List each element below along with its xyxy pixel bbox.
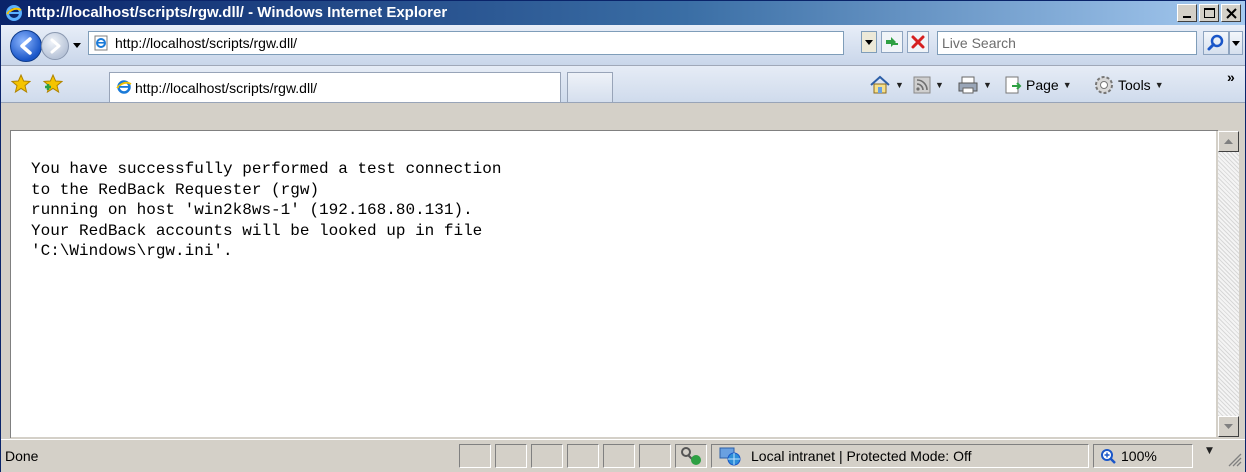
ie-icon [6, 5, 22, 21]
message-line: Your RedBack accounts will be looked up … [31, 221, 483, 240]
zoom-level: 100% [1121, 448, 1157, 464]
home-icon [870, 75, 890, 94]
print-button[interactable]: ▼ [957, 74, 992, 96]
chevron-down-icon: ▼ [1062, 80, 1072, 90]
chevron-down-icon: ▼ [895, 80, 904, 90]
status-pane [567, 444, 599, 468]
zoom-dropdown-icon[interactable]: ▼ [1206, 446, 1213, 456]
tab-active[interactable]: http://localhost/scripts/rgw.dll/ [109, 72, 561, 102]
local-intranet-icon [719, 447, 741, 466]
chevron-down-icon [1232, 41, 1240, 46]
scroll-down-arrow-icon [1224, 424, 1233, 429]
title-bar[interactable]: http://localhost/scripts/rgw.dll/ - Wind… [1, 1, 1245, 25]
minimize-icon [1183, 16, 1191, 18]
navigation-bar: http://localhost/scripts/rgw.dll/ Live S… [1, 25, 1245, 66]
chevron-down-icon [865, 40, 873, 45]
browser-window: http://localhost/scripts/rgw.dll/ - Wind… [0, 0, 1246, 472]
message-line: You have successfully performed a test c… [31, 160, 502, 178]
protected-mode-key-icon [681, 447, 701, 465]
message-line: running on host 'win2k8ws-1' (192.168.80… [31, 201, 473, 219]
status-pane [531, 444, 563, 468]
status-pane[interactable] [675, 444, 707, 468]
more-commands-label: » [1227, 69, 1235, 85]
status-bar: Done Local intranet | Protected Mode: Of… [1, 439, 1245, 472]
more-commands-button[interactable]: » [1227, 66, 1235, 88]
message-line: to the RedBack Requester (rgw) [31, 180, 320, 199]
ie-page-icon [116, 80, 132, 94]
rss-feed-icon [913, 76, 931, 94]
scroll-down-button[interactable] [1218, 416, 1239, 437]
page-menu-label: Page [1026, 77, 1059, 93]
vertical-scrollbar[interactable] [1218, 131, 1239, 437]
window-title: http://localhost/scripts/rgw.dll/ - Wind… [27, 4, 448, 21]
message-line: 'C:\Windows\rgw.ini'. [31, 242, 233, 260]
back-arrow-icon [20, 37, 32, 55]
chevron-down-icon: ▼ [1154, 80, 1164, 90]
search-button[interactable] [1203, 31, 1229, 55]
new-tab-button[interactable] [567, 72, 613, 102]
address-input[interactable]: http://localhost/scripts/rgw.dll/ [115, 35, 297, 51]
page-menu-button[interactable]: Page ▼ [1003, 74, 1072, 96]
search-options-dropdown[interactable] [1229, 31, 1243, 55]
forward-arrow-icon [50, 38, 61, 54]
maximize-button[interactable] [1199, 4, 1219, 22]
security-zone-label: Local intranet | Protected Mode: Off [751, 448, 972, 464]
search-input[interactable]: Live Search [942, 35, 1016, 51]
stop-icon [911, 35, 925, 49]
page-menu-icon [1005, 76, 1022, 94]
add-to-favorites-icon[interactable] [43, 74, 63, 94]
stop-button[interactable] [907, 31, 929, 53]
address-dropdown-button[interactable] [861, 31, 877, 53]
search-icon [1207, 34, 1224, 51]
page-icon [94, 35, 108, 51]
caption-buttons [1177, 4, 1241, 22]
maximize-icon [1204, 8, 1215, 18]
status-pane [639, 444, 671, 468]
zoom-magnifier-icon [1101, 449, 1116, 464]
favorites-center-star-icon[interactable] [11, 74, 31, 94]
chevron-down-icon: ▼ [983, 80, 992, 90]
tab-label: http://localhost/scripts/rgw.dll/ [135, 80, 318, 96]
refresh-icon [886, 37, 898, 47]
close-button[interactable] [1221, 4, 1241, 22]
minimize-button[interactable] [1177, 4, 1197, 22]
gear-icon [1095, 76, 1113, 94]
forward-button[interactable] [41, 32, 69, 60]
recent-pages-dropdown-icon[interactable] [71, 39, 83, 51]
status-text: Done [5, 448, 39, 464]
refresh-button[interactable] [881, 31, 903, 53]
feeds-button[interactable]: ▼ [913, 74, 944, 96]
address-bar[interactable]: http://localhost/scripts/rgw.dll/ [88, 31, 844, 55]
status-pane [603, 444, 635, 468]
status-pane [495, 444, 527, 468]
home-button[interactable]: ▼ [869, 74, 904, 96]
tab-and-command-bar: http://localhost/scripts/rgw.dll/ ▼ ▼ ▼ … [1, 66, 1245, 103]
tools-menu-button[interactable]: Tools ▼ [1093, 74, 1164, 96]
page-content: You have successfully performed a test c… [11, 131, 1216, 437]
back-button[interactable] [10, 30, 42, 62]
search-box[interactable]: Live Search [937, 31, 1197, 55]
scroll-up-button[interactable] [1218, 131, 1239, 152]
scroll-up-arrow-icon [1224, 139, 1233, 144]
close-icon [1226, 8, 1237, 19]
printer-icon [958, 76, 978, 94]
chevron-down-icon: ▼ [935, 80, 944, 90]
resize-grip-icon[interactable] [1225, 450, 1243, 468]
tools-menu-label: Tools [1118, 77, 1151, 93]
message-text: You have successfully performed a test c… [31, 159, 501, 262]
status-pane [459, 444, 491, 468]
